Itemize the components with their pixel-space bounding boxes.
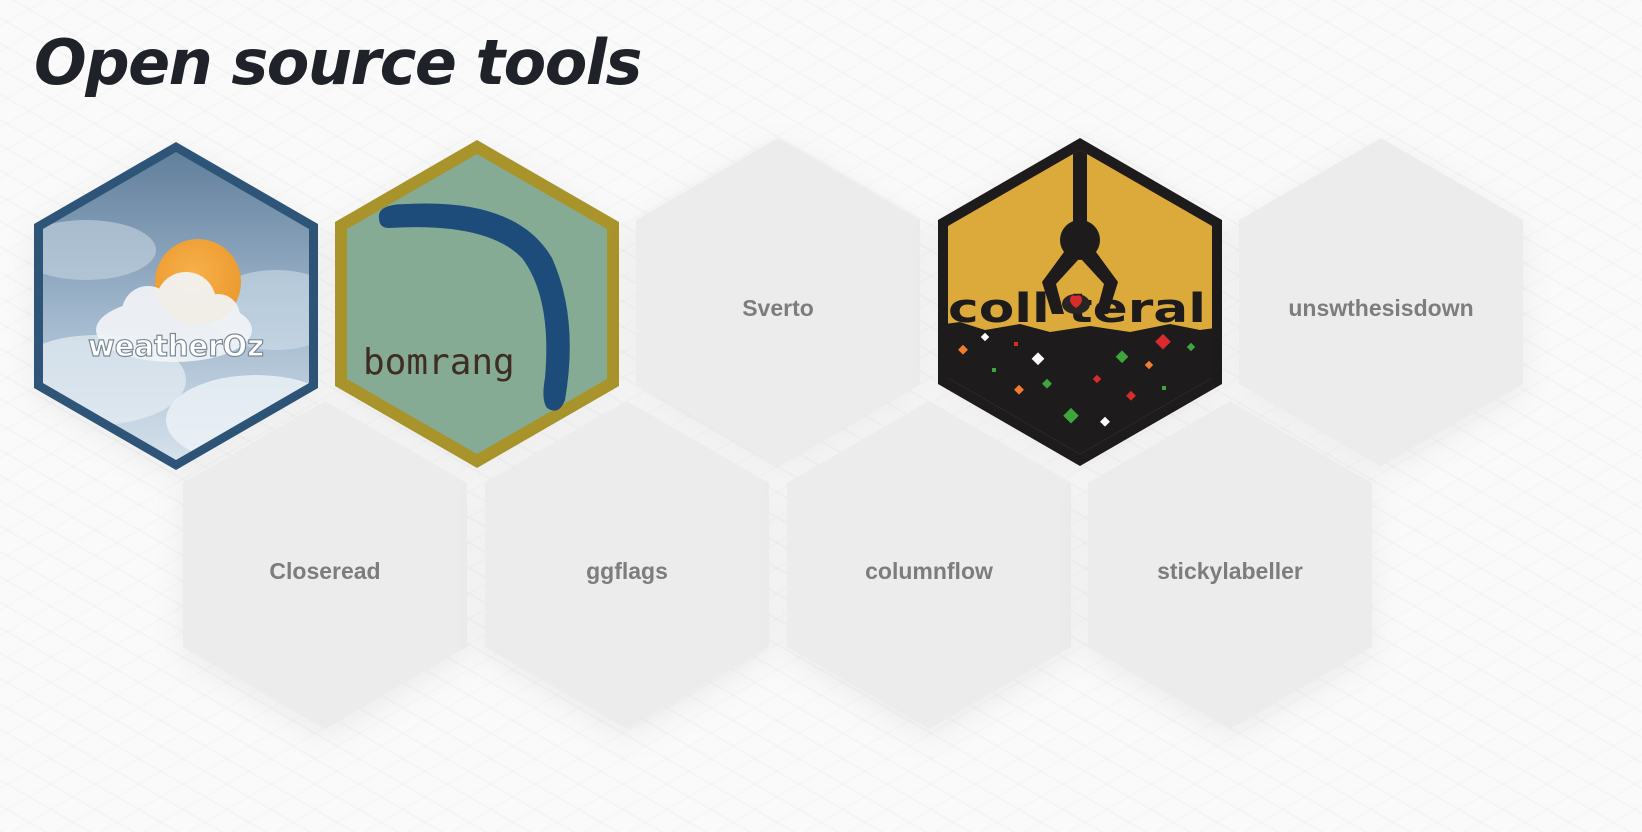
tool-hex-stickylabeller[interactable]: stickylabeller [1080,399,1380,745]
heart-rock-icon [1062,294,1090,314]
unswthesisdown-label: unswthesisdown [1288,295,1474,321]
sverto-label: Sverto [742,295,814,321]
tool-hex-ggflags[interactable]: ggflags [477,399,777,745]
tool-hex-closeread[interactable]: Closeread [175,399,475,745]
page-title: Open source tools [34,26,642,99]
tool-hex-columnflow[interactable]: columnflow [779,399,1079,745]
bomrang-wordmark: bomrang [363,342,515,383]
weatheroz-wordmark: weatherOz [88,329,264,363]
closeread-label: Closeread [269,558,381,584]
ggflags-label: ggflags [586,558,668,584]
stickylabeller-label: stickylabeller [1157,558,1303,584]
columnflow-label: columnflow [865,558,993,584]
